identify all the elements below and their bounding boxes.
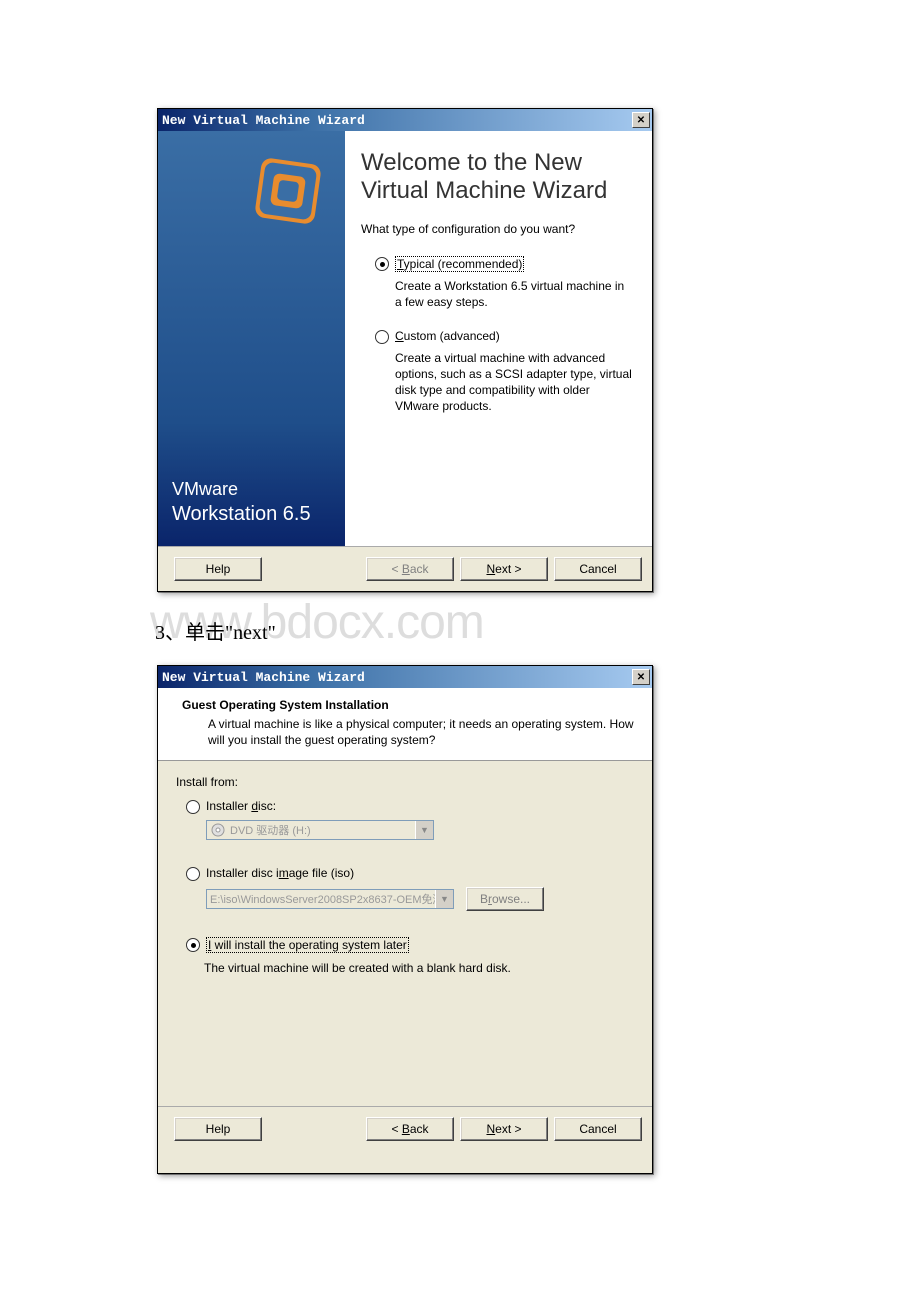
disc-value: DVD 驱动器 (H:) — [230, 822, 415, 838]
button-row: Help < Back Next > Cancel — [158, 1106, 652, 1151]
radio-install-later[interactable]: I will install the operating system late… — [186, 937, 634, 953]
wizard-sidebar: VMware Workstation 6.5 — [158, 131, 345, 547]
close-icon: ✕ — [637, 672, 645, 683]
cancel-button[interactable]: Cancel — [554, 557, 642, 581]
radio-control[interactable] — [186, 938, 200, 952]
back-button: < Back — [366, 557, 454, 581]
later-desc: The virtual machine will be created with… — [204, 961, 634, 975]
wizard-dialog-2: New Virtual Machine Wizard ✕ Guest Opera… — [157, 665, 653, 1174]
radio-typical[interactable]: Typical (recommended) — [375, 256, 632, 272]
cancel-button[interactable]: Cancel — [554, 1117, 642, 1141]
wizard-header: Guest Operating System Installation A vi… — [158, 688, 652, 761]
title-text: New Virtual Machine Wizard — [162, 113, 632, 128]
radio-installer-disc[interactable]: Installer disc: — [186, 799, 634, 814]
dropdown-icon: ▼ — [415, 821, 433, 839]
button-row: Help < Back Next > Cancel — [158, 546, 652, 591]
disc-combo: DVD 驱动器 (H:) ▼ — [206, 820, 434, 840]
iso-combo: E:\iso\WindowsServer2008SP2x8637-OEM免激活增… — [206, 889, 454, 909]
browse-button: Browse... — [466, 887, 544, 911]
radio-control[interactable] — [186, 800, 200, 814]
title-text: New Virtual Machine Wizard — [162, 670, 632, 685]
header-desc: A virtual machine is like a physical com… — [208, 716, 634, 748]
radio-control[interactable] — [375, 257, 389, 271]
vmware-brand: VMware Workstation 6.5 — [172, 478, 311, 527]
wizard-heading: Welcome to the New Virtual Machine Wizar… — [361, 149, 632, 204]
help-button[interactable]: Help — [174, 1117, 262, 1141]
dvd-drive-icon — [210, 822, 226, 838]
install-from-label: Install from: — [176, 775, 634, 789]
help-button[interactable]: Help — [174, 557, 262, 581]
radio-disc-label: Installer disc: — [206, 799, 276, 813]
next-button[interactable]: Next > — [460, 557, 548, 581]
wizard-main: Welcome to the New Virtual Machine Wizar… — [345, 131, 652, 547]
doc-step-text: 3、单击"next" — [155, 616, 276, 645]
close-button[interactable]: ✕ — [632, 669, 650, 685]
radio-custom-label: Custom (advanced) — [395, 329, 500, 343]
radio-custom[interactable]: Custom (advanced) — [375, 329, 632, 344]
dropdown-icon: ▼ — [435, 890, 453, 908]
radio-control[interactable] — [375, 330, 389, 344]
typical-desc: Create a Workstation 6.5 virtual machine… — [395, 278, 632, 310]
wizard-dialog-1: New Virtual Machine Wizard ✕ VMware Work… — [157, 108, 653, 592]
close-button[interactable]: ✕ — [632, 112, 650, 128]
next-button[interactable]: Next > — [460, 1117, 548, 1141]
radio-control[interactable] — [186, 867, 200, 881]
radio-later-label: I will install the operating system late… — [206, 937, 409, 953]
radio-typical-label: Typical (recommended) — [395, 256, 524, 272]
wizard-question: What type of configuration do you want? — [361, 222, 632, 236]
vmware-logo-icon — [248, 151, 328, 231]
custom-desc: Create a virtual machine with advanced o… — [395, 350, 632, 415]
back-button[interactable]: < Back — [366, 1117, 454, 1141]
radio-iso[interactable]: Installer disc image file (iso) — [186, 866, 634, 881]
close-icon: ✕ — [637, 115, 645, 126]
wizard-panel: Install from: Installer disc: DVD 驱动器 (H… — [158, 761, 652, 975]
radio-iso-label: Installer disc image file (iso) — [206, 866, 354, 880]
brand-line2: Workstation 6.5 — [172, 501, 311, 527]
brand-line1: VMware — [172, 478, 311, 501]
header-title: Guest Operating System Installation — [182, 698, 634, 712]
titlebar: New Virtual Machine Wizard ✕ — [158, 666, 652, 688]
iso-value: E:\iso\WindowsServer2008SP2x8637-OEM免激活增… — [210, 891, 435, 907]
titlebar: New Virtual Machine Wizard ✕ — [158, 109, 652, 131]
